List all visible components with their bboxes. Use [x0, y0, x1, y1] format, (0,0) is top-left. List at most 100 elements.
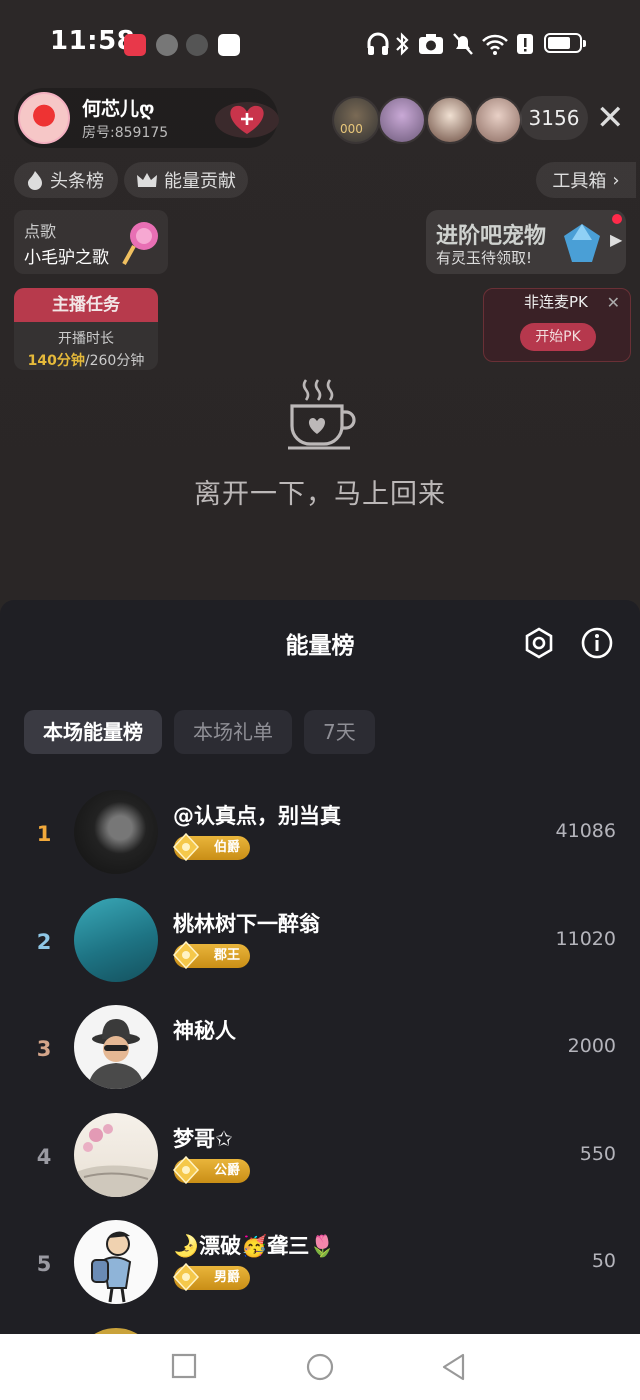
user-avatar[interactable]	[74, 790, 158, 874]
rank-badge: 郡王	[172, 941, 250, 969]
avatar-notification-icon	[156, 34, 178, 56]
toolbox-button[interactable]: 工具箱 ›	[536, 162, 636, 198]
energy-score: 50	[591, 1250, 616, 1272]
badge-label: 伯爵	[213, 840, 240, 855]
pet-upgrade-banner[interactable]: 进阶吧宠物 有灵玉待领取! ▶	[426, 210, 626, 274]
pet-banner-subtitle: 有灵玉待领取!	[436, 249, 533, 267]
headphones-icon	[367, 32, 389, 55]
badge-gem-icon	[172, 1156, 200, 1184]
song-request-card[interactable]: 点歌 小毛驴之歌	[14, 210, 168, 274]
pk-card: 非连麦PK ✕ 开始PK	[483, 288, 631, 362]
tab-7-days[interactable]: 7天	[304, 710, 375, 754]
home-circle-icon[interactable]	[305, 1352, 335, 1382]
settings-hexagon-icon[interactable]	[522, 626, 556, 660]
mute-bell-icon	[453, 33, 473, 55]
host-task-progress: 140分钟/260分钟	[14, 350, 158, 370]
viewer-count[interactable]: 3156	[520, 96, 588, 140]
pk-close-icon[interactable]: ✕	[607, 293, 620, 312]
user-name: 梦哥✩	[173, 1127, 233, 1151]
avatar-notification-icon	[186, 34, 208, 56]
mystery-user-avatar[interactable]	[74, 1005, 158, 1089]
rank-badge: 公爵	[172, 1156, 250, 1184]
badge-gem-icon	[172, 833, 200, 861]
ranking-row[interactable]: 5 🌛漂破🥳聋三🌷 男爵 50	[0, 1220, 640, 1327]
user-name: 桃林树下一醉翁	[173, 912, 320, 936]
user-avatar[interactable]	[74, 1113, 158, 1197]
energy-score: 41086	[555, 820, 616, 842]
wifi-icon	[482, 34, 508, 55]
toolbox-label: 工具箱	[552, 171, 607, 192]
energy-score: 2000	[567, 1035, 616, 1057]
recents-square-icon[interactable]	[170, 1352, 198, 1380]
ranking-row[interactable]: 1 @认真点，别当真 伯爵 41086	[0, 790, 640, 897]
host-card[interactable]: 何芯儿ღ 房号:859175	[14, 88, 280, 148]
play-arrow-icon: ▶	[610, 230, 623, 249]
viewer-level: 000	[340, 122, 363, 136]
back-triangle-icon[interactable]	[440, 1352, 468, 1382]
ranking-row[interactable]: 2 桃林树下一醉翁 郡王 11020	[0, 898, 640, 1005]
room-number: 房号:859175	[82, 125, 169, 141]
tab-session-gifts[interactable]: 本场礼单	[174, 710, 292, 754]
host-task-done: 140分钟	[27, 353, 85, 369]
host-task-label: 开播时长	[58, 331, 114, 347]
rank-number: 5	[36, 1252, 52, 1276]
start-pk-button[interactable]: 开始PK	[520, 323, 596, 351]
rank-number: 3	[36, 1037, 52, 1061]
ranking-row[interactable]: 4 梦哥✩ 公爵 550	[0, 1113, 640, 1220]
chevron-right-icon: ›	[612, 169, 620, 191]
mystery-person-icon	[88, 1019, 144, 1089]
notification-dot	[612, 214, 622, 224]
camera-icon	[419, 34, 443, 54]
energy-contribution-pill[interactable]: 能量贡献	[124, 162, 248, 198]
badge-label: 公爵	[213, 1163, 240, 1178]
rank-number: 4	[36, 1145, 52, 1169]
viewer-avatar[interactable]	[474, 96, 522, 144]
rank-number: 2	[36, 930, 52, 954]
status-bar: 11:58	[0, 0, 640, 88]
user-name: 🌛漂破🥳聋三🌷	[173, 1234, 336, 1258]
host-task-title: 主播任务	[14, 288, 158, 322]
coffee-cup-icon	[288, 379, 356, 450]
song-request-label: 点歌	[24, 222, 57, 241]
viewer-avatar[interactable]	[426, 96, 474, 144]
close-icon[interactable]: ✕	[596, 100, 625, 136]
viewer-avatar[interactable]: 000	[332, 96, 380, 144]
status-time: 11:58	[50, 26, 136, 56]
follow-heart-button[interactable]	[214, 100, 280, 140]
tab-session-energy[interactable]: 本场能量榜	[24, 710, 162, 754]
ranking-tabs: 本场能量榜 本场礼单 7天	[24, 710, 375, 754]
energy-contribution-label: 能量贡献	[164, 171, 236, 192]
host-task-card[interactable]: 主播任务 开播时长 140分钟/260分钟	[14, 288, 158, 370]
rank-badge: 伯爵	[172, 833, 250, 861]
host-avatar[interactable]	[18, 92, 70, 144]
badge-label: 男爵	[213, 1270, 240, 1285]
system-nav-bar	[0, 1334, 640, 1400]
pk-title: 非连麦PK	[524, 293, 588, 311]
battery-icon	[544, 33, 586, 53]
app-notification-icon	[124, 34, 146, 56]
flame-icon	[28, 171, 42, 190]
crown-icon	[137, 173, 157, 187]
user-avatar[interactable]	[74, 1220, 158, 1304]
energy-ranking-panel: 能量榜 本场能量榜 本场礼单 7天 1 @认真点，别当真 伯爵 41086 2 …	[0, 600, 640, 1334]
cartoon-traveler-icon	[91, 1231, 132, 1303]
badge-gem-icon	[172, 1263, 200, 1291]
pet-banner-title: 进阶吧宠物	[436, 224, 547, 249]
user-name: @认真点，别当真	[173, 804, 341, 828]
user-name: 神秘人	[173, 1019, 236, 1043]
song-title: 小毛驴之歌	[24, 248, 109, 268]
away-message: 离开一下，马上回来	[194, 479, 446, 510]
rank-badge: 男爵	[172, 1263, 250, 1291]
info-icon[interactable]	[580, 626, 614, 660]
energy-score: 11020	[555, 928, 616, 950]
viewer-avatar[interactable]	[378, 96, 426, 144]
host-task-total: /260分钟	[84, 353, 145, 369]
badge-gem-icon	[172, 941, 200, 969]
host-name: 何芯儿ღ	[82, 98, 155, 120]
user-avatar[interactable]	[74, 898, 158, 982]
headline-ranking-pill[interactable]: 头条榜	[14, 162, 118, 198]
rank-number: 1	[36, 822, 52, 846]
calendar-notification-icon	[218, 34, 240, 56]
ranking-row[interactable]: 3 神秘人 2000	[0, 1005, 640, 1112]
headline-ranking-label: 头条榜	[50, 171, 104, 192]
